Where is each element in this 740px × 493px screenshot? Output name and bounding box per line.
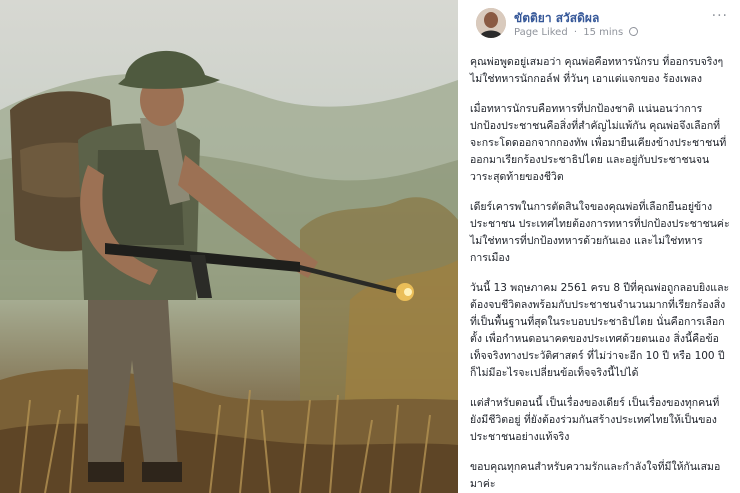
post-paragraph: เดียร์เคารพในการตัดสินใจของคุณพ่อที่เลือ… — [470, 201, 730, 264]
post-photo[interactable] — [0, 0, 458, 493]
more-options-icon[interactable]: ··· — [712, 8, 728, 24]
avatar[interactable] — [476, 8, 506, 38]
post-body: คุณพ่อพูดอยู่เสมอว่า คุณพ่อคือทหารนักรบ … — [470, 54, 730, 493]
post-meta: Page Liked · 15 mins — [514, 27, 639, 38]
post-header: ขัตติยา สวัสดิผล Page Liked · 15 mins ··… — [470, 0, 730, 46]
facebook-post: ขัตติยา สวัสดิผล Page Liked · 15 mins ··… — [0, 0, 740, 493]
globe-icon — [629, 27, 639, 36]
post-paragraph: เมื่อทหารนักรบคือทหารที่ปกป้องชาติ แน่นอ… — [470, 103, 727, 183]
post-content: ขัตติยา สวัสดิผล Page Liked · 15 mins ··… — [458, 0, 740, 493]
post-paragraph: ขอบคุณทุกคนสำหรับความรักและกำลังใจที่มีใ… — [470, 461, 721, 490]
post-paragraph: วันนี้ 13 พฤษภาคม 2561 ครบ 8 ปีที่คุณพ่อ… — [470, 282, 730, 379]
page-name-link[interactable]: ขัตติยา สวัสดิผล — [514, 9, 599, 28]
avatar-image — [476, 8, 506, 38]
page-liked-status[interactable]: Page Liked — [514, 27, 568, 38]
post-timestamp[interactable]: 15 mins — [583, 27, 623, 38]
soldier-photo-illustration — [0, 50, 458, 493]
post-paragraph: คุณพ่อพูดอยู่เสมอว่า คุณพ่อคือทหารนักรบ … — [470, 56, 724, 85]
meta-separator: · — [573, 27, 578, 38]
post-paragraph: แต่สำหรับตอนนี้ เป็นเรื่องของเดียร์ เป็น… — [470, 397, 720, 443]
